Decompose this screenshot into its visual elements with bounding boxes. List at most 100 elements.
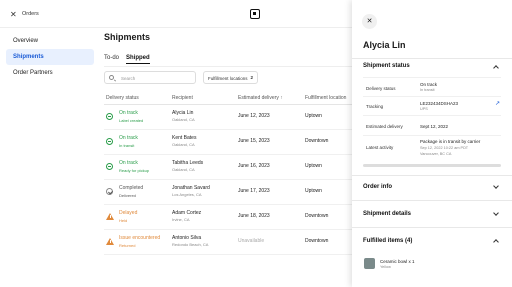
recipient-name: Adam Cortez — [172, 210, 202, 216]
chevron-up-icon[interactable] — [493, 239, 499, 245]
item-name: Ceramic bowl x 1 — [380, 259, 415, 264]
tab-shipped[interactable]: Shipped — [126, 55, 150, 64]
sidebar-item-order-partners[interactable]: Order Partners — [6, 65, 94, 81]
divider — [363, 77, 501, 78]
item-variant: Yellow — [380, 265, 391, 269]
chevron-up-icon[interactable] — [493, 65, 499, 71]
fulfillment-location: Downtown — [305, 138, 329, 144]
horizontal-scrollbar[interactable] — [363, 164, 501, 167]
close-panel-button[interactable]: ✕ — [362, 14, 377, 29]
panel-customer-name: Alycia Lin — [363, 40, 406, 50]
search-icon — [109, 75, 114, 80]
recipient-city: Oakland, CA — [172, 167, 195, 172]
shipment-detail-panel: ✕ Alycia Lin Shipment status Delivery st… — [352, 0, 512, 287]
status-text: On track — [119, 135, 138, 141]
status-subtext: In transit — [119, 143, 135, 148]
square-logo-icon — [250, 9, 260, 19]
table-row[interactable]: On track Ready for pickup Tabitha Leeds … — [104, 155, 352, 180]
top-bar-title: Orders — [22, 11, 39, 17]
arrow-circle-icon — [106, 113, 113, 120]
latest-activity-value: Package is in transit by carrier — [420, 139, 481, 144]
fulfillment-locations-filter[interactable]: Fulfillment locations 2 — [203, 71, 258, 84]
column-header-recipient[interactable]: Recipient — [172, 95, 193, 101]
status-subtext: Label created — [119, 118, 144, 123]
status-text: Issue encountered — [119, 235, 161, 241]
recipient-city: Oakland, CA — [172, 142, 195, 147]
table-row[interactable]: Issue encountered Returned Antonio Silva… — [104, 230, 352, 255]
status-text: Delayed — [119, 210, 138, 216]
close-icon[interactable]: ✕ — [10, 10, 17, 19]
arrow-circle-icon — [106, 163, 113, 170]
check-circle-icon — [106, 188, 113, 195]
latest-activity-location: Vancouver, BC CA — [420, 152, 452, 156]
fulfilled-items-header[interactable]: Fulfilled items (4) — [363, 238, 412, 244]
recipient-name: Jonathan Savard — [172, 185, 210, 191]
column-header-status[interactable]: Delivery status — [106, 95, 139, 101]
table-row[interactable]: Delayed Held Adam Cortez Irvine, CA June… — [104, 205, 352, 230]
chevron-down-icon[interactable] — [493, 210, 499, 216]
recipient-name: Kent Bates — [172, 135, 197, 141]
delivery-status-value: On track — [420, 82, 438, 87]
estimated-delivery: June 18, 2023 — [238, 213, 270, 219]
divider — [352, 175, 512, 176]
sidebar-item-overview[interactable]: Overview — [6, 33, 94, 49]
arrow-circle-icon — [106, 138, 113, 145]
chevron-down-icon[interactable] — [493, 183, 499, 189]
search-placeholder: Search — [121, 76, 136, 81]
table-row[interactable]: On track In transit Kent Bates Oakland, … — [104, 130, 352, 155]
main-content: Shipments To-do Shipped Search Fulfillme… — [104, 28, 352, 287]
divider — [352, 227, 512, 228]
divider — [363, 135, 501, 136]
estimated-delivery-value: Sept 12, 2022 — [420, 124, 449, 129]
divider — [352, 200, 512, 201]
page-title: Shipments — [104, 32, 151, 42]
tabs-divider — [104, 66, 352, 67]
fulfillment-location: Uptown — [305, 163, 322, 169]
divider — [363, 96, 501, 97]
table-row[interactable]: On track Label created Alycia Lin Oaklan… — [104, 105, 352, 130]
delivery-status-label: Delivery status — [366, 86, 396, 91]
external-link-icon[interactable]: ↗ — [495, 100, 500, 107]
sidebar-item-shipments[interactable]: Shipments — [6, 49, 94, 65]
divider — [363, 115, 501, 116]
status-text: On track — [119, 110, 138, 116]
status-text: On track — [119, 160, 138, 166]
status-subtext: Delivered — [119, 193, 136, 198]
estimated-delivery: June 16, 2023 — [238, 163, 270, 169]
recipient-name: Antonio Silva — [172, 235, 202, 241]
table-row[interactable]: Completed Delivered Jonathan Savard Los … — [104, 180, 352, 205]
warning-icon — [106, 238, 114, 245]
estimated-delivery: June 15, 2023 — [238, 138, 270, 144]
warning-icon — [106, 213, 114, 220]
recipient-name: Tabitha Leeds — [172, 160, 204, 166]
column-header-location[interactable]: Fulfillment location — [305, 95, 346, 101]
column-header-estimated-delivery-label: Estimated delivery — [238, 95, 279, 101]
recipient-city: Redondo Beach, CA — [172, 242, 209, 247]
shipment-details-header[interactable]: Shipment details — [363, 211, 411, 217]
estimated-delivery: Unavailable — [238, 238, 265, 244]
status-subtext: Returned — [119, 243, 136, 248]
delivery-status-sub: In transit — [420, 88, 435, 92]
fulfillment-location: Uptown — [305, 188, 322, 194]
tracking-carrier: UPS — [420, 107, 428, 111]
tracking-number[interactable]: LE232434DSHA23 — [420, 101, 458, 106]
fulfillment-location: Downtown — [305, 213, 329, 219]
status-subtext: Held — [119, 218, 128, 223]
sort-arrow-icon: ↑ — [280, 95, 283, 101]
search-input[interactable]: Search — [104, 71, 196, 84]
estimated-delivery: June 17, 2023 — [238, 188, 270, 194]
status-subtext: Ready for pickup — [119, 168, 150, 173]
order-info-header[interactable]: Order info — [363, 184, 392, 190]
column-header-estimated-delivery[interactable]: Estimated delivery ↑ — [238, 95, 283, 101]
tracking-label: Tracking — [366, 104, 384, 109]
tab-to-do[interactable]: To-do — [104, 55, 119, 61]
latest-activity-time: Sep 12, 2022 10:22 am PDT — [420, 146, 469, 150]
recipient-city: Irvine, CA — [172, 217, 190, 222]
item-thumbnail — [364, 258, 375, 269]
recipient-city: Oakland, CA — [172, 117, 195, 122]
status-text: Completed — [119, 185, 144, 191]
fulfillment-location: Downtown — [305, 238, 329, 244]
shipment-status-header[interactable]: Shipment status — [363, 63, 410, 69]
fulfillment-location: Uptown — [305, 113, 322, 119]
filter-label: Fulfillment locations — [208, 76, 248, 81]
